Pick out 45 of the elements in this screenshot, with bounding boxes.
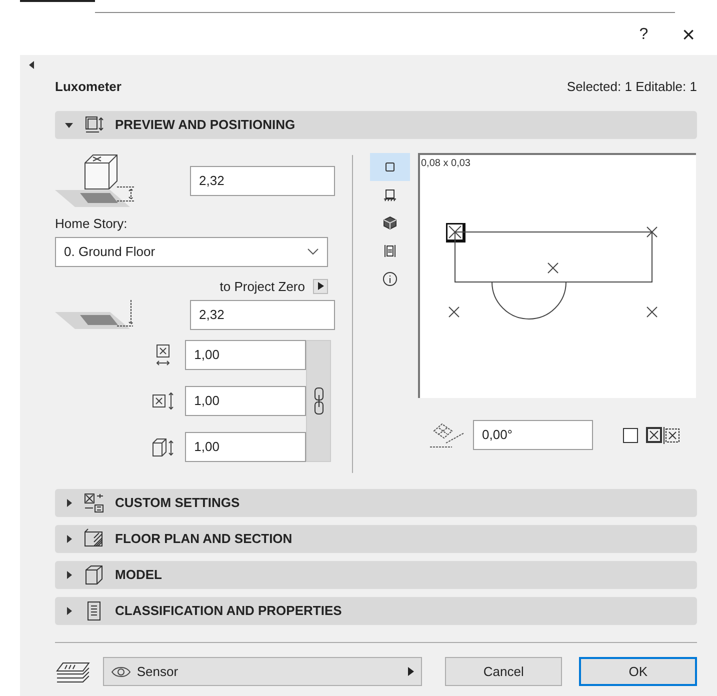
chain-link-icon — [312, 386, 324, 416]
reference-label: to Project Zero — [220, 278, 305, 296]
caret-right-icon — [65, 607, 73, 615]
close-button[interactable]: × — [682, 24, 695, 46]
elevation-field[interactable]: 2,32 — [190, 166, 335, 196]
reference-menu-button[interactable] — [313, 278, 328, 294]
cube-icon — [83, 564, 105, 586]
caret-right-icon — [65, 535, 73, 543]
home-story-label: Home Story: — [55, 215, 128, 233]
height-field[interactable]: 1,00 — [185, 432, 306, 462]
info-icon — [382, 271, 398, 287]
cube-icon — [382, 215, 398, 231]
reference-elevation-field[interactable]: 2,32 — [190, 300, 335, 330]
width-field[interactable]: 1,00 — [185, 340, 306, 370]
layer-selector[interactable]: Sensor — [102, 657, 422, 686]
home-story-dropdown[interactable]: 0. Ground Floor — [55, 236, 328, 266]
section-header[interactable]: CLASSIFICATION AND PROPERTIES — [55, 597, 697, 625]
ok-button[interactable]: OK — [579, 657, 697, 686]
eye-icon — [110, 666, 131, 678]
section-header[interactable]: MODEL — [55, 561, 697, 589]
caret-right-icon — [65, 499, 73, 507]
view-mode-button[interactable] — [370, 153, 410, 181]
section-header[interactable]: PREVIEW AND POSITIONING — [55, 111, 697, 139]
chevron-down-icon — [307, 248, 319, 256]
settings-grid-icon — [83, 492, 105, 514]
anchor-toggle-icon[interactable] — [646, 426, 680, 444]
play-icon — [408, 667, 414, 676]
collapse-panel-icon[interactable] — [29, 61, 34, 69]
help-button[interactable]: ? — [639, 22, 648, 46]
play-icon — [318, 282, 324, 290]
angle-field[interactable]: 0,00° — [473, 420, 593, 450]
section-header[interactable]: CUSTOM SETTINGS — [55, 489, 697, 517]
link-toggle-button[interactable] — [306, 340, 331, 462]
object-name: Luxometer — [55, 78, 122, 96]
section-header[interactable]: FLOOR PLAN AND SECTION — [55, 525, 697, 553]
selection-count: Selected: 1 Editable: 1 — [566, 78, 697, 96]
section-icon — [382, 187, 398, 203]
list-icon — [382, 243, 398, 259]
caret-right-icon — [65, 571, 73, 579]
cancel-button[interactable]: Cancel — [444, 657, 562, 686]
layers-icon — [55, 660, 91, 682]
depth-field[interactable]: 1,00 — [185, 386, 306, 416]
mirror-checkbox[interactable] — [623, 428, 638, 442]
caret-down-icon — [65, 121, 73, 129]
size-label: 0,08 x 0,03 — [421, 157, 470, 171]
